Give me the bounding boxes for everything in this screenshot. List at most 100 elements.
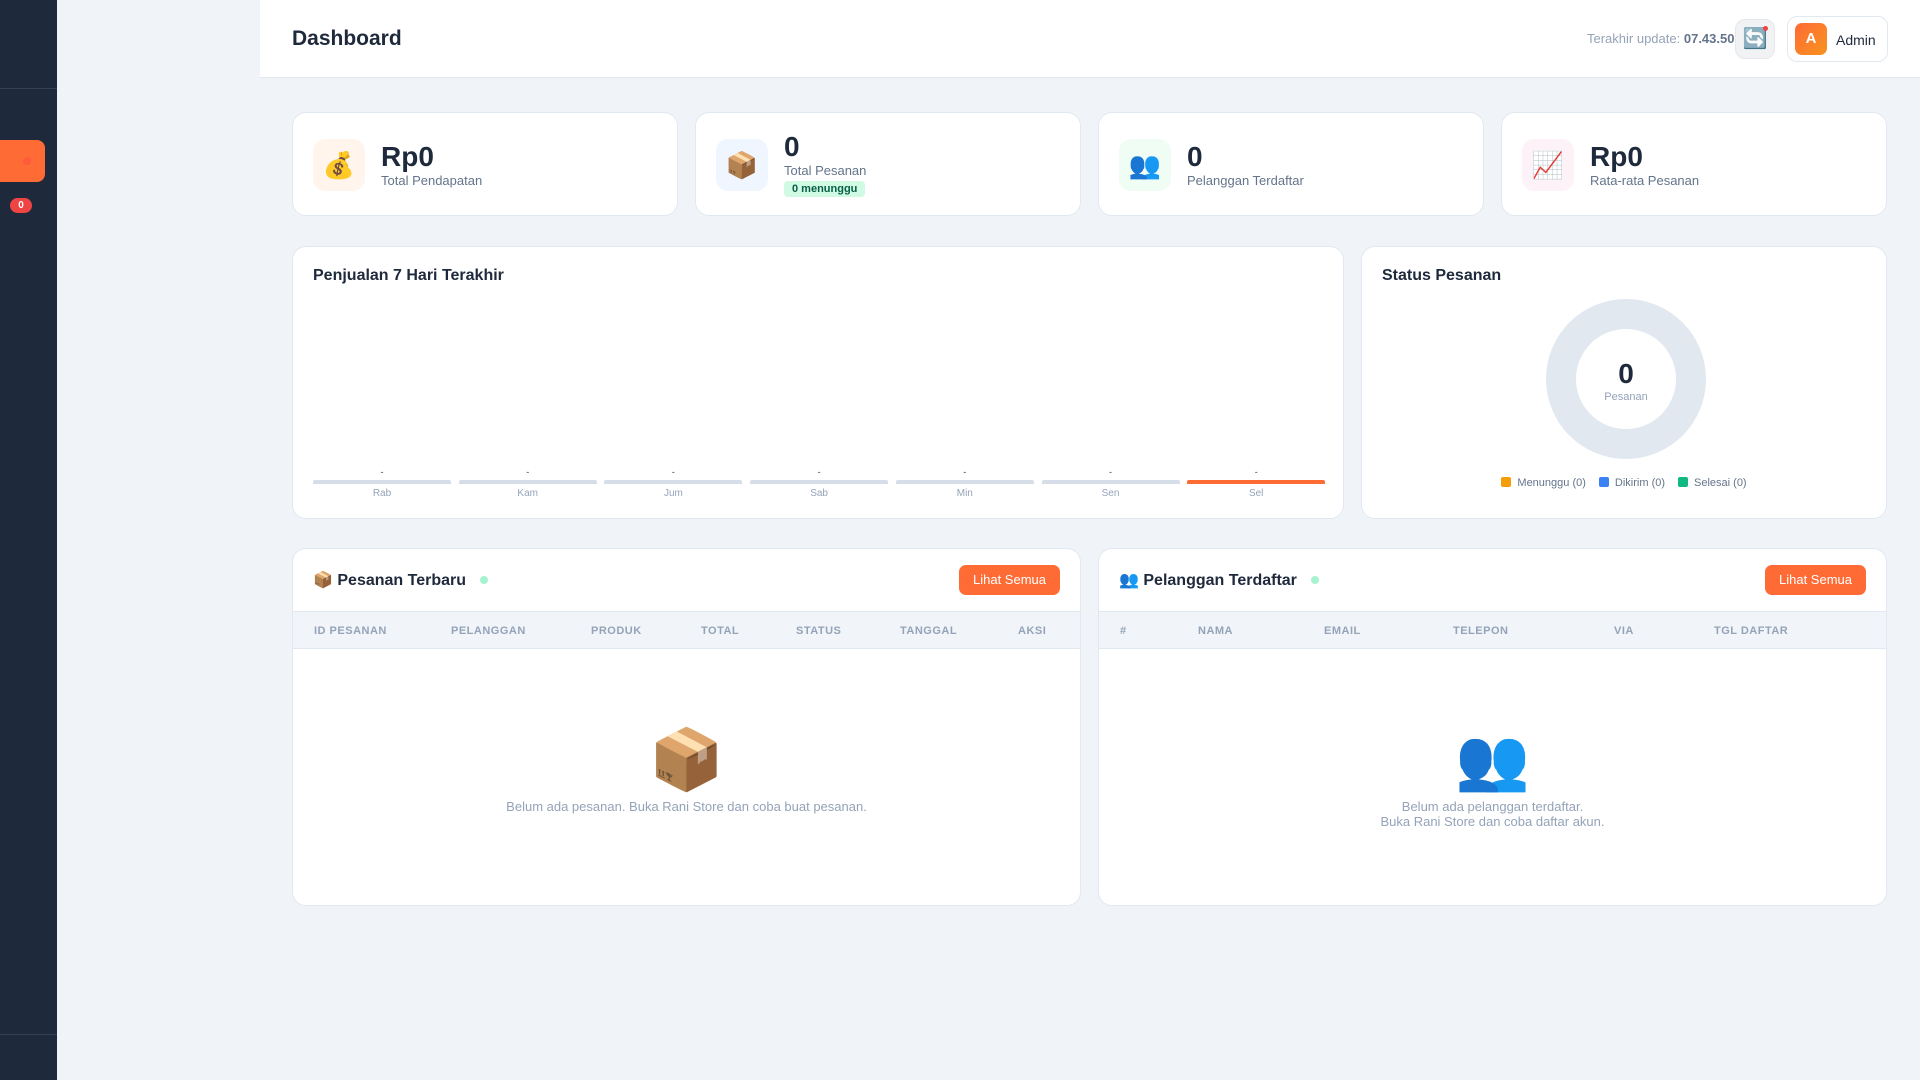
bar-value-label: - [1254, 467, 1258, 477]
x-tick-label: Min [956, 488, 973, 499]
column-header: ID PESANAN [314, 625, 387, 637]
bar-kam [458, 480, 597, 484]
live-dot [480, 576, 489, 584]
user-menu[interactable]: A Admin [1787, 16, 1888, 62]
last-update: Terakhir update: 07.43.50 [1587, 31, 1734, 46]
customers-empty-text: Belum ada pelanggan terdaftar. Buka Rani … [1099, 799, 1886, 829]
order-status-card: Status Pesanan 0 Pesanan Menunggu (0) Di… [1361, 246, 1887, 519]
empty-text-line: Belum ada pelanggan terdaftar. [1401, 799, 1584, 814]
sales-chart-card: Penjualan 7 Hari Terakhir - Rab - Kam - Jum - S… [292, 246, 1344, 519]
sidebar-orders-badge[interactable]: 0 [10, 198, 32, 213]
refresh-button[interactable]: 🔄 [1735, 19, 1775, 59]
sidebar: 0 [0, 0, 57, 1080]
page-title: Dashboard [292, 27, 402, 50]
bar-value-label: - [963, 467, 967, 477]
recent-orders-card: 📦 Pesanan Terbaru Lihat Semua ID PESANAN… [292, 548, 1081, 906]
status-donut: 0 Pesanan [1546, 299, 1706, 459]
status-legend: Menunggu (0) Dikirim (0) Selesai (0) [1362, 477, 1886, 489]
legend-swatch [1598, 477, 1609, 487]
chart-title: Penjualan 7 Hari Terakhir [313, 267, 504, 284]
user-name: Admin [1836, 32, 1876, 48]
active-dot [23, 157, 31, 165]
legend-swatch [1501, 477, 1512, 487]
header: Dashboard Terakhir update: 07.43.50 🔄 A … [260, 0, 1920, 78]
stat-value: Rp0 [381, 141, 434, 172]
bar-value-label: - [1109, 467, 1112, 477]
orders-title-text: Pesanan Terbaru [337, 572, 467, 589]
users-icon: 👥 [1119, 572, 1139, 589]
status-title: Status Pesanan [1382, 267, 1502, 284]
stat-value: 0 [784, 131, 800, 162]
legend-label: Menunggu (0) [1517, 477, 1586, 489]
stat-card-orders: 📦 0 Total Pesanan 0 menunggu [695, 112, 1081, 216]
column-header: TANGGAL [900, 625, 958, 637]
customers-title-text: Pelanggan Terdaftar [1143, 572, 1297, 589]
column-header: STATUS [796, 625, 842, 637]
refresh-icon: 🔄 [1742, 28, 1768, 50]
bar-value-label: - [526, 467, 530, 477]
stat-card-average: 📈 Rp0 Rata-rata Pesanan [1501, 112, 1887, 216]
bar-rab [313, 480, 451, 484]
donut-label: Pesanan [1604, 391, 1648, 403]
x-tick-label: Rab [372, 488, 392, 499]
stat-label: Total Pesanan [784, 163, 867, 178]
users-icon: 👥 [1119, 139, 1171, 191]
column-header: EMAIL [1324, 625, 1361, 637]
column-header: VIA [1614, 625, 1634, 637]
x-tick-label: Jum [663, 488, 683, 499]
x-tick-label: Sab [810, 488, 828, 499]
bar-value-label: - [380, 467, 384, 477]
donut-total: 0 [1618, 358, 1634, 389]
x-tick-label: Kam [517, 488, 538, 499]
stat-label: Total Pendapatan [381, 173, 483, 188]
legend-swatch [1678, 477, 1689, 487]
legend-label: Dikirim (0) [1614, 477, 1666, 489]
orders-title: 📦 Pesanan Terbaru [313, 570, 489, 590]
sidebar-divider [0, 88, 57, 89]
package-icon: 📦 [313, 572, 333, 589]
bar-sel [1187, 480, 1326, 484]
bar-sab [750, 480, 889, 484]
column-header: PELANGGAN [451, 625, 526, 637]
legend-item-pending: Menunggu (0) [1501, 477, 1586, 489]
stat-value: 0 [1187, 141, 1203, 172]
bar-value-label: - [671, 467, 675, 477]
avatar: A [1795, 23, 1827, 55]
view-all-customers-button[interactable]: Lihat Semua [1765, 565, 1866, 595]
stat-card-customers: 👥 0 Pelanggan Terdaftar [1098, 112, 1484, 216]
x-tick-label: Sen [1101, 488, 1120, 499]
column-header: AKSI [1018, 625, 1047, 637]
notification-dot [1763, 26, 1768, 31]
legend-item-done: Selesai (0) [1678, 477, 1747, 489]
package-icon: 📦 [716, 139, 768, 191]
customers-table-header: # NAMA EMAIL TELEPON VIA TGL DAFTAR [1099, 611, 1886, 649]
stat-label: Rata-rata Pesanan [1590, 173, 1700, 188]
last-update-label: Terakhir update: [1587, 31, 1681, 46]
empty-text-line: Buka Rani Store dan coba daftar akun. [1380, 814, 1605, 829]
pending-badge: 0 menunggu [784, 181, 866, 197]
column-header: TGL DAFTAR [1714, 625, 1789, 637]
chart-up-icon: 📈 [1522, 139, 1574, 191]
legend-item-shipped: Dikirim (0) [1598, 477, 1666, 489]
orders-empty-text: Belum ada pesanan. Buka Rani Store dan c… [506, 799, 867, 814]
view-all-orders-button[interactable]: Lihat Semua [959, 565, 1060, 595]
column-header: PRODUK [591, 625, 642, 637]
column-header: TOTAL [701, 625, 740, 637]
sidebar-item-dashboard[interactable] [0, 140, 45, 182]
last-update-time: 07.43.50 [1683, 31, 1735, 46]
bar-jum [604, 480, 743, 484]
donut-hole: 0 Pesanan [1576, 329, 1676, 429]
stat-card-revenue: 💰 Rp0 Total Pendapatan [292, 112, 678, 216]
live-dot [1310, 576, 1319, 584]
column-header: TELEPON [1453, 625, 1509, 637]
stat-value: Rp0 [1590, 141, 1643, 172]
money-bag-icon: 💰 [313, 139, 365, 191]
customers-card: 👥 Pelanggan Terdaftar Lihat Semua # NAMA… [1098, 548, 1887, 906]
sidebar-divider [0, 1034, 57, 1035]
bar-value-label: - [817, 467, 821, 477]
orders-table-header: ID PESANAN PELANGGAN PRODUK TOTAL STATUS… [293, 611, 1080, 649]
bar-sen [1041, 480, 1180, 484]
legend-label: Selesai (0) [1694, 477, 1747, 489]
bar-min [895, 480, 1034, 484]
column-header: NAMA [1198, 625, 1233, 637]
